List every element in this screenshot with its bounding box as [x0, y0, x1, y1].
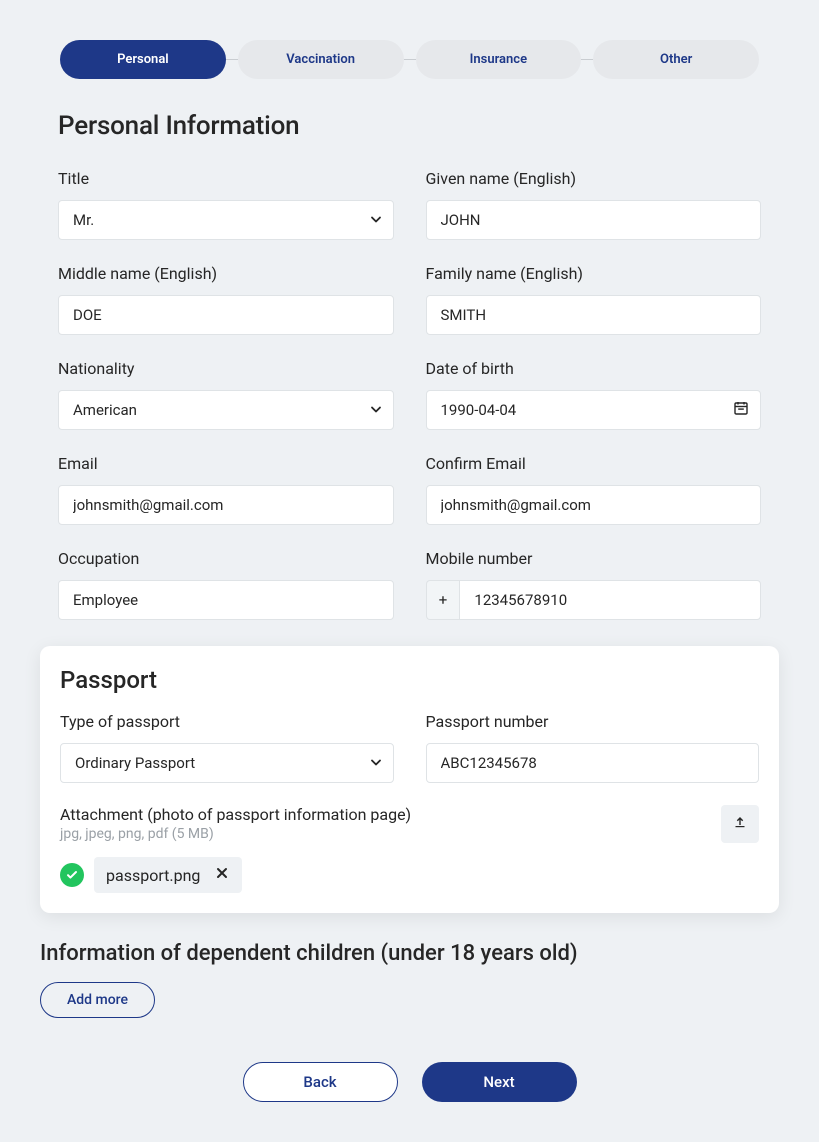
- step-vaccination[interactable]: Vaccination: [238, 40, 404, 79]
- close-icon: [214, 865, 230, 885]
- step-insurance[interactable]: Insurance: [416, 40, 582, 79]
- step-connector: [404, 59, 416, 60]
- nationality-field: Nationality American: [58, 359, 394, 430]
- family-name-input[interactable]: [426, 295, 762, 335]
- check-circle-icon: [60, 863, 84, 887]
- family-name-label: Family name (English): [426, 264, 762, 283]
- dependents-title: Information of dependent children (under…: [40, 941, 779, 966]
- passport-card: Passport Type of passport Ordinary Passp…: [40, 646, 779, 913]
- nationality-select[interactable]: American: [58, 390, 394, 430]
- back-button[interactable]: Back: [243, 1062, 398, 1102]
- family-name-field: Family name (English): [426, 264, 762, 335]
- email-input[interactable]: [58, 485, 394, 525]
- personal-form: Title Mr. Given name (English) Middle na…: [40, 169, 779, 620]
- add-more-button[interactable]: Add more: [40, 982, 155, 1018]
- mobile-input[interactable]: [459, 580, 761, 620]
- upload-button[interactable]: [721, 805, 759, 843]
- confirm-email-field: Confirm Email: [426, 454, 762, 525]
- section-title: Personal Information: [58, 111, 779, 141]
- attachment-filename: passport.png: [106, 866, 200, 885]
- nav-buttons: Back Next: [40, 1062, 779, 1102]
- passport-type-field: Type of passport Ordinary Passport: [60, 712, 394, 783]
- mobile-prefix-button[interactable]: +: [426, 580, 460, 620]
- middle-name-label: Middle name (English): [58, 264, 394, 283]
- confirm-email-input[interactable]: [426, 485, 762, 525]
- passport-type-label: Type of passport: [60, 712, 394, 731]
- dob-input[interactable]: [426, 390, 762, 430]
- given-name-label: Given name (English): [426, 169, 762, 188]
- attachment-chip: passport.png: [94, 857, 242, 893]
- passport-title: Passport: [60, 666, 759, 694]
- occupation-input[interactable]: [58, 580, 394, 620]
- mobile-label: Mobile number: [426, 549, 762, 568]
- confirm-email-label: Confirm Email: [426, 454, 762, 473]
- dependents-section: Information of dependent children (under…: [40, 941, 779, 1018]
- upload-icon: [733, 815, 747, 833]
- dob-field: Date of birth: [426, 359, 762, 430]
- attachment-label: Attachment (photo of passport informatio…: [60, 805, 411, 824]
- attachment-hint: jpg, jpeg, png, pdf (5 MB): [60, 826, 411, 842]
- middle-name-input[interactable]: [58, 295, 394, 335]
- given-name-field: Given name (English): [426, 169, 762, 240]
- title-field: Title Mr.: [58, 169, 394, 240]
- passport-number-field: Passport number: [426, 712, 760, 783]
- mobile-field: Mobile number +: [426, 549, 762, 620]
- email-field: Email: [58, 454, 394, 525]
- next-button[interactable]: Next: [422, 1062, 577, 1102]
- step-connector: [581, 59, 593, 60]
- occupation-field: Occupation: [58, 549, 394, 620]
- title-select[interactable]: Mr.: [58, 200, 394, 240]
- title-label: Title: [58, 169, 394, 188]
- dob-label: Date of birth: [426, 359, 762, 378]
- passport-number-label: Passport number: [426, 712, 760, 731]
- nationality-label: Nationality: [58, 359, 394, 378]
- occupation-label: Occupation: [58, 549, 394, 568]
- step-other[interactable]: Other: [593, 40, 759, 79]
- step-connector: [226, 59, 238, 60]
- passport-number-input[interactable]: [426, 743, 760, 783]
- given-name-input[interactable]: [426, 200, 762, 240]
- middle-name-field: Middle name (English): [58, 264, 394, 335]
- passport-type-select[interactable]: Ordinary Passport: [60, 743, 394, 783]
- remove-attachment-button[interactable]: [214, 865, 230, 885]
- stepper: Personal Vaccination Insurance Other: [40, 40, 779, 79]
- step-personal[interactable]: Personal: [60, 40, 226, 79]
- email-label: Email: [58, 454, 394, 473]
